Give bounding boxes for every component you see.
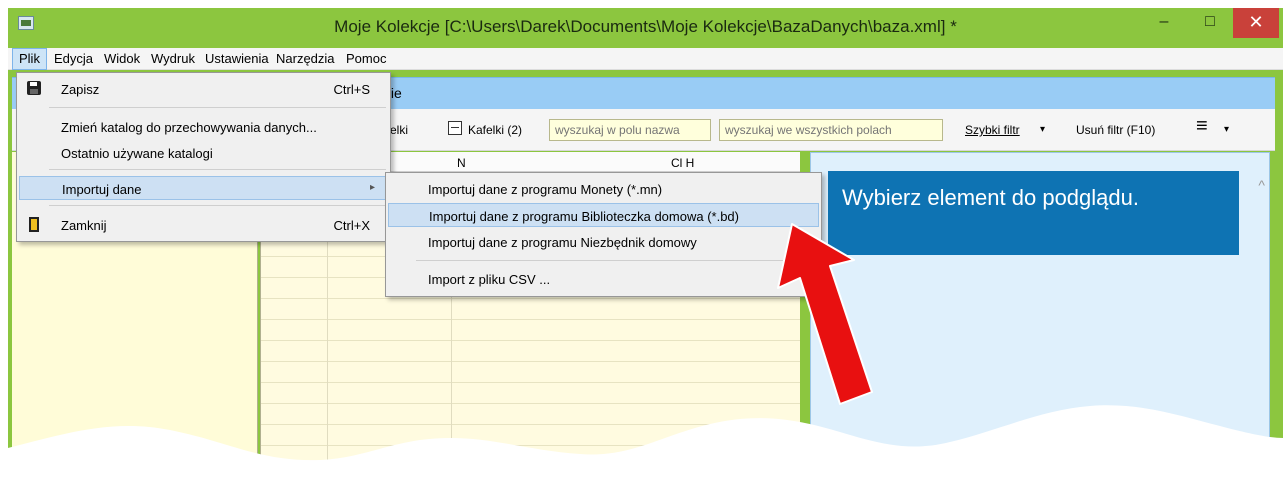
tiles2-view-button[interactable]: Kafelki (2): [468, 123, 522, 137]
menu-edycja[interactable]: Edycja: [48, 48, 99, 70]
menu-item-shortcut: Ctrl+S: [333, 82, 370, 97]
exit-icon: [29, 217, 39, 232]
menu-wydruk[interactable]: Wydruk: [145, 48, 201, 70]
menu-item-save[interactable]: Zapisz Ctrl+S: [19, 77, 388, 101]
submenu-import-csv[interactable]: Import z pliku CSV ...: [388, 267, 819, 291]
menu-separator: [49, 169, 386, 170]
submenu-import-niezbednik[interactable]: Importuj dane z programu Niezbędnik domo…: [388, 230, 819, 254]
remove-filter-button[interactable]: Usuń filtr (F10): [1076, 123, 1155, 137]
search-name-input[interactable]: [549, 119, 711, 141]
menu-widok[interactable]: Widok: [98, 48, 146, 70]
menu-item-import-data[interactable]: Importuj dane ▸: [19, 176, 388, 200]
submenu-import-biblioteczka[interactable]: Importuj dane z programu Biblioteczka do…: [388, 203, 819, 227]
submenu-import-monety[interactable]: Importuj dane z programu Monety (*.mn): [388, 177, 819, 201]
tiles2-icon: [448, 121, 462, 135]
quick-filter-button[interactable]: Szybki filtr: [965, 123, 1020, 137]
submenu-item-label: Importuj dane z programu Niezbędnik domo…: [428, 235, 697, 250]
submenu-arrow-icon: ▸: [369, 182, 375, 193]
column-header-other[interactable]: Cl H: [671, 156, 694, 170]
menu-separator: [49, 205, 386, 206]
menu-plik[interactable]: Plik: [12, 48, 47, 70]
menu-ustawienia[interactable]: Ustawienia: [199, 48, 275, 70]
title-bar[interactable]: Moje Kolekcje [C:\Users\Darek\Documents\…: [8, 8, 1283, 48]
menu-item-close[interactable]: Zamknij Ctrl+X: [19, 213, 388, 237]
submenu-separator: [416, 260, 817, 261]
submenu-item-label: Importuj dane z programu Monety (*.mn): [428, 182, 663, 197]
close-button[interactable]: ✕: [1233, 8, 1279, 38]
search-all-input[interactable]: [719, 119, 943, 141]
submenu-item-label: Importuj dane z programu Biblioteczka do…: [429, 209, 739, 224]
menu-bar: Plik Edycja Widok Wydruk Ustawienia Narz…: [8, 48, 1283, 70]
menu-pomoc[interactable]: Pomoc: [340, 48, 392, 70]
submenu-item-label: Import z pliku CSV ...: [428, 272, 551, 287]
import-submenu: Importuj dane z programu Monety (*.mn) I…: [385, 172, 822, 297]
file-menu-dropdown: Zapisz Ctrl+S Zmień katalog do przechowy…: [16, 72, 391, 242]
menu-item-label: Zmień katalog do przechowywania danych..…: [61, 120, 317, 135]
scroll-up-icon[interactable]: ^: [1258, 177, 1265, 193]
minimize-button[interactable]: –: [1141, 8, 1187, 38]
menu-item-recent-directories[interactable]: Ostatnio używane katalogi: [19, 141, 388, 165]
preview-message: Wybierz element do podglądu.: [828, 171, 1239, 255]
menu-item-change-directory[interactable]: Zmień katalog do przechowywania danych..…: [19, 115, 388, 139]
menu-item-label: Zamknij: [61, 218, 107, 233]
menu-item-shortcut: Ctrl+X: [333, 218, 370, 233]
torn-edge-decoration: [0, 405, 1283, 478]
menu-item-label: Ostatnio używane katalogi: [61, 146, 213, 161]
hamburger-menu-icon[interactable]: ≡: [1196, 115, 1208, 138]
menu-item-label: Zapisz: [61, 82, 100, 97]
quick-filter-chevron-down-icon[interactable]: ▾: [1040, 124, 1045, 135]
window-title: Moje Kolekcje [C:\Users\Darek\Documents\…: [334, 17, 957, 36]
menu-separator: [49, 107, 386, 108]
menu-item-label: Importuj dane: [62, 182, 142, 197]
maximize-button[interactable]: □: [1187, 8, 1233, 38]
column-header-name[interactable]: N: [457, 156, 466, 170]
save-icon: [27, 81, 41, 95]
menu-chevron-down-icon[interactable]: ▾: [1224, 124, 1229, 135]
menu-narzedzia[interactable]: Narzędzia: [270, 48, 341, 70]
